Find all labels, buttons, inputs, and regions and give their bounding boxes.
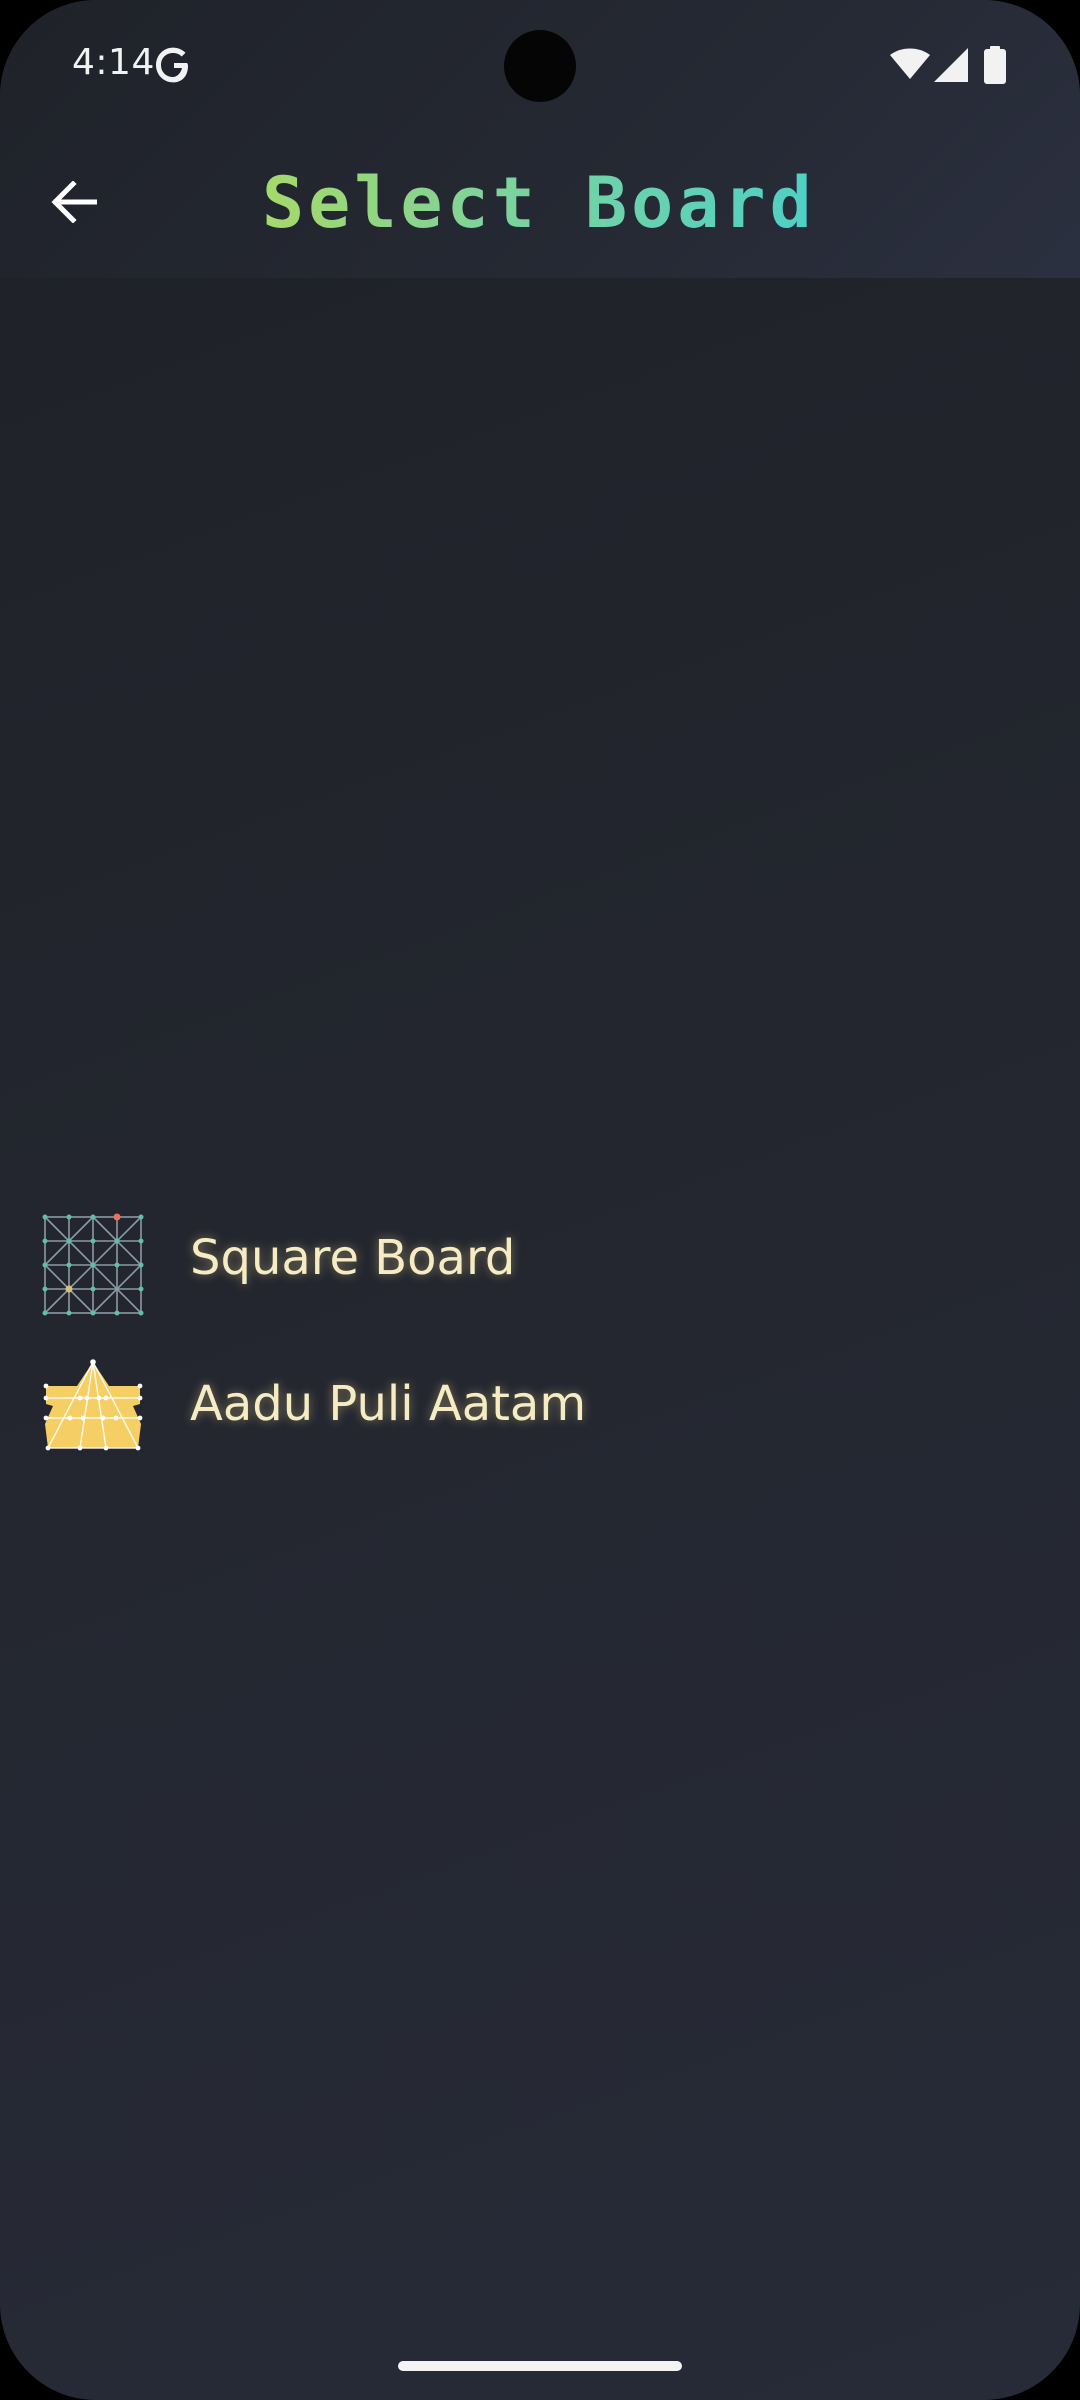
home-indicator[interactable]	[398, 2361, 682, 2371]
google-icon	[156, 47, 188, 83]
arrow-left-icon	[51, 181, 97, 223]
board-item-label: Aadu Puli Aatam	[190, 1376, 587, 1432]
square-board-icon	[42, 1213, 144, 1316]
aadu-puli-board-icon	[43, 1359, 143, 1451]
board-item-aadu-puli-aatam[interactable]: Aadu Puli Aatam	[0, 1336, 1080, 1482]
battery-icon	[984, 46, 1006, 84]
back-button[interactable]	[40, 168, 108, 236]
signal-icon	[934, 48, 968, 82]
board-list: Square Board Aadu Puli Aatam	[0, 1190, 1080, 1482]
board-item-square[interactable]: Square Board	[0, 1190, 1080, 1336]
screen: 4:14 Select Board Square Board Aadu Puli…	[0, 0, 1080, 2400]
page-title: Select Board	[262, 158, 816, 248]
status-bar: 4:14	[0, 0, 1080, 132]
board-item-label: Square Board	[190, 1230, 516, 1286]
camera-cutout	[504, 30, 576, 102]
wifi-icon	[890, 48, 930, 79]
status-time: 4:14	[72, 42, 155, 83]
